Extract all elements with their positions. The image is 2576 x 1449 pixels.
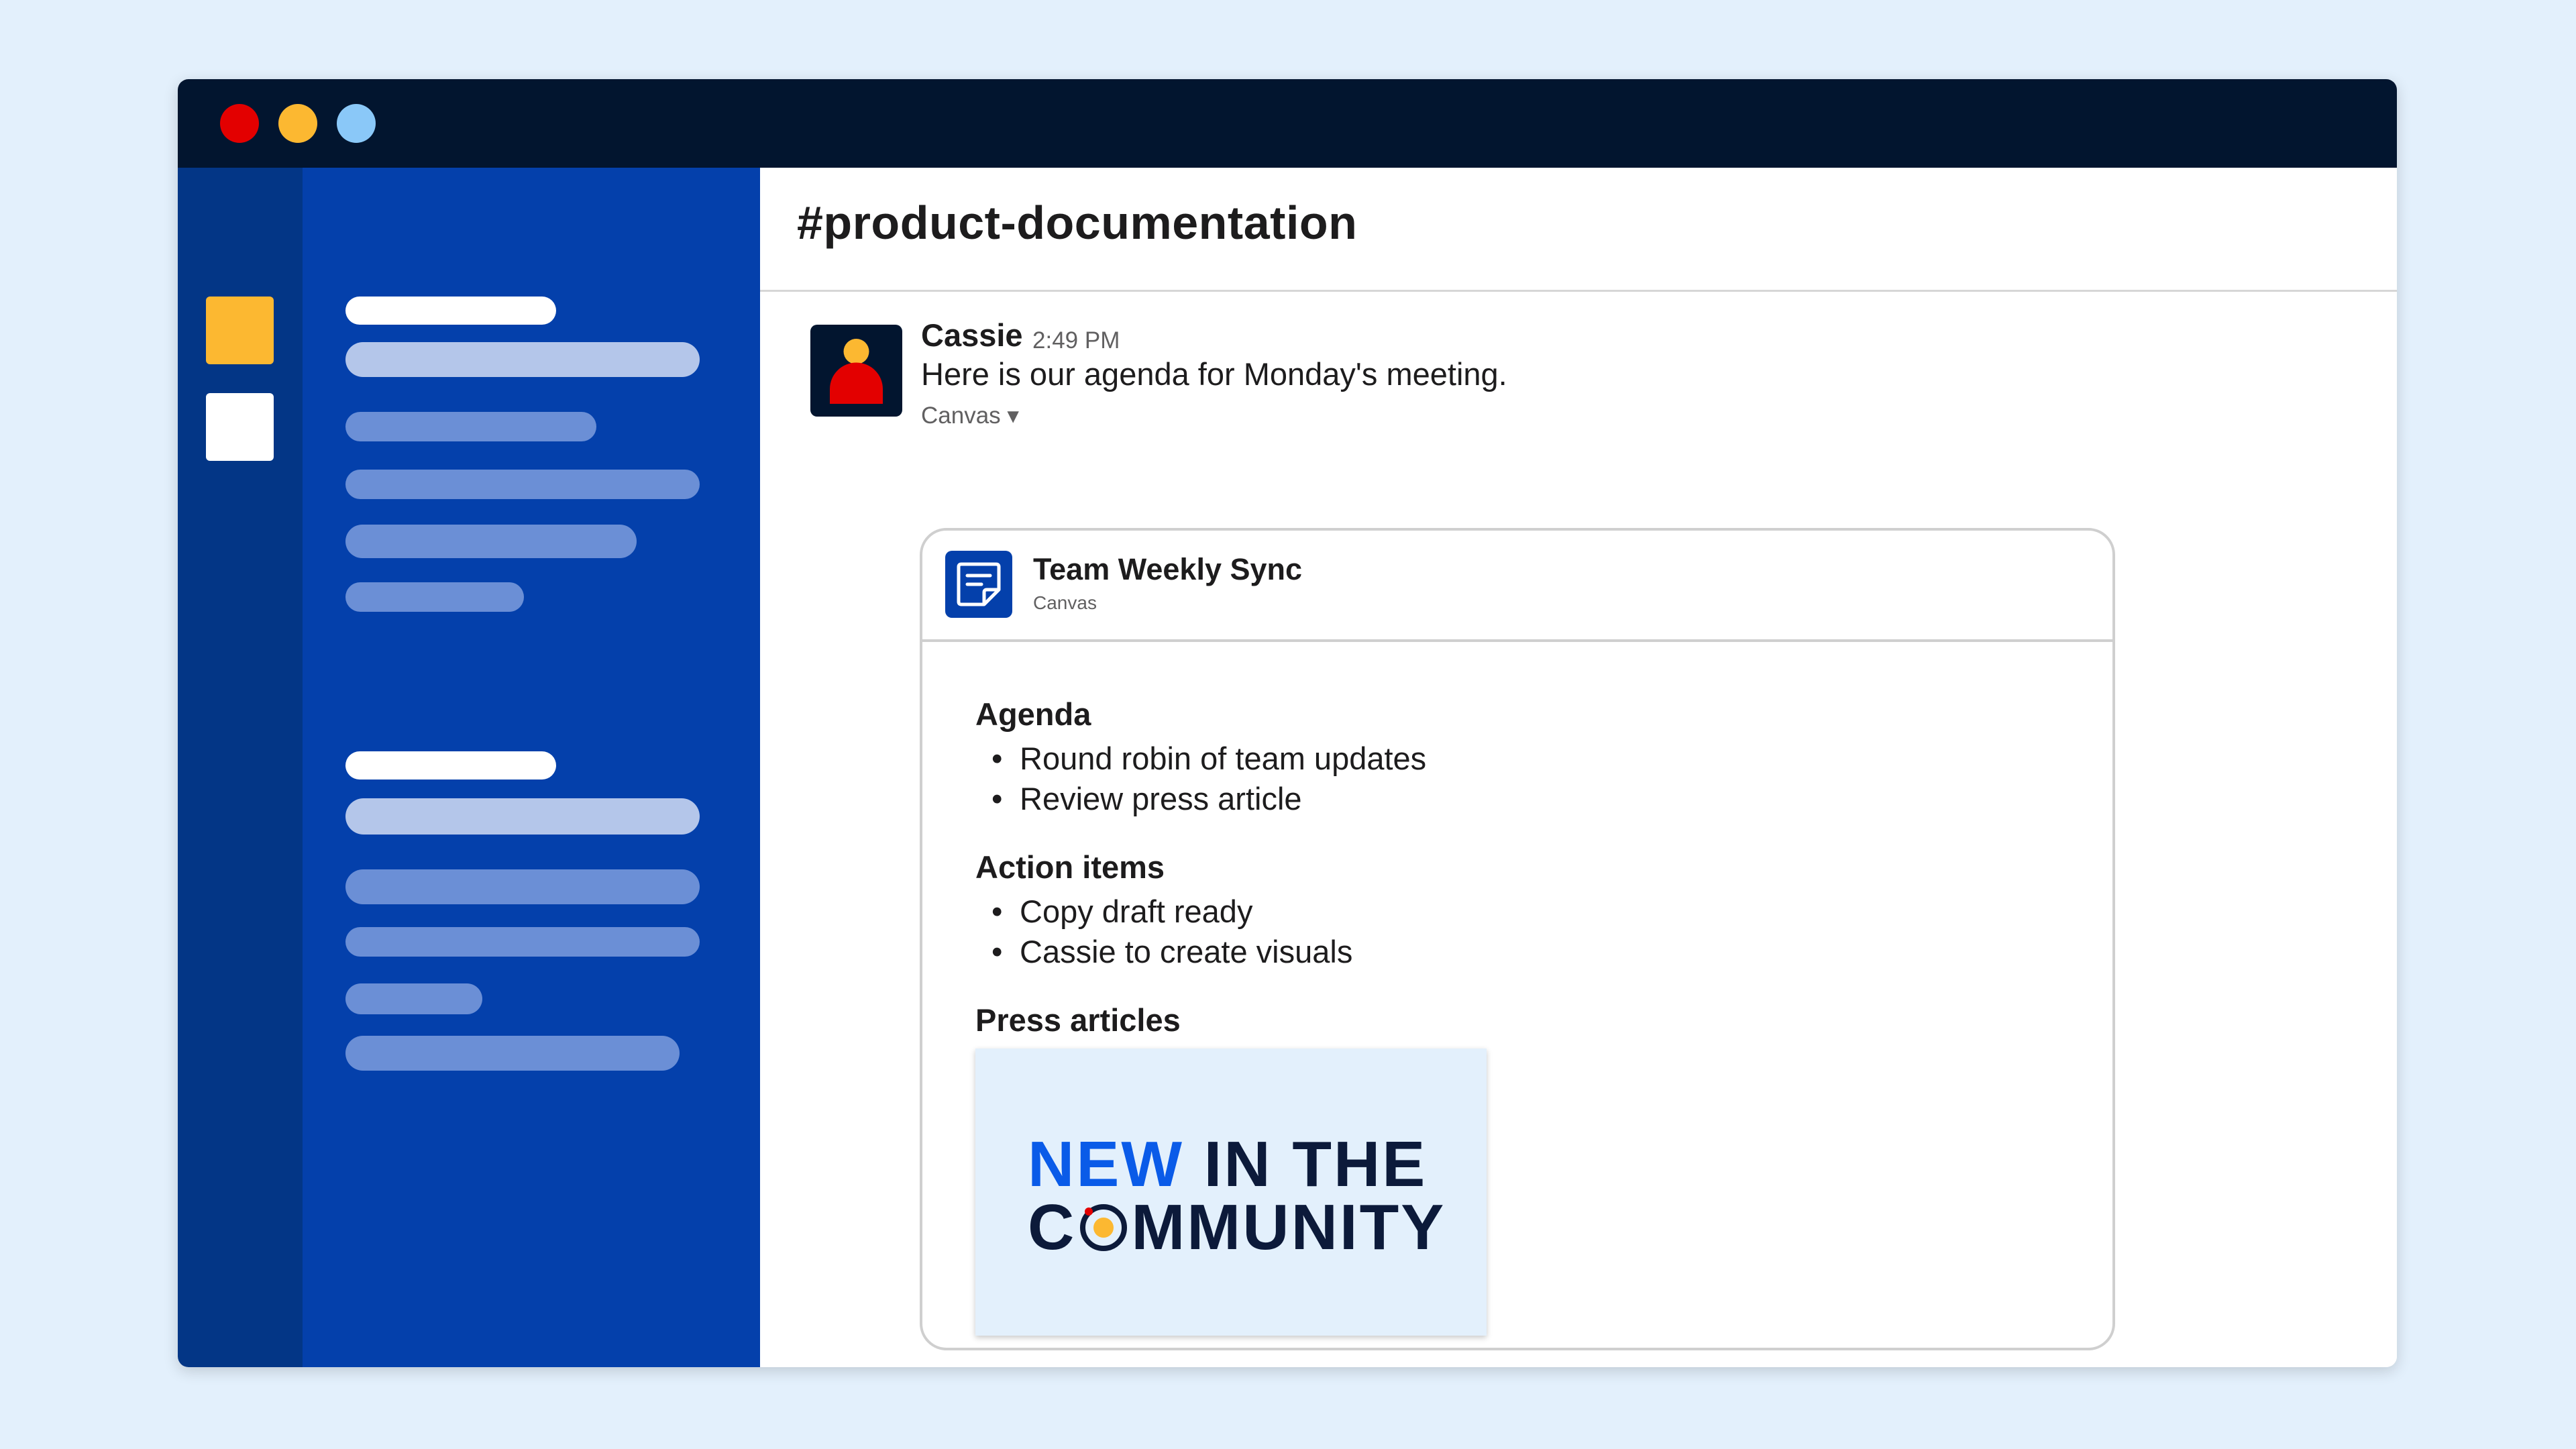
header-divider	[760, 290, 2397, 292]
sidebar-item-placeholder[interactable]	[345, 470, 700, 499]
section-heading-agenda: Agenda	[975, 696, 1091, 732]
workspace-switcher-1[interactable]	[206, 297, 274, 364]
sidebar-item-placeholder[interactable]	[345, 869, 700, 904]
channel-view: #product-documentation Cassie 2:49 PM He…	[760, 168, 2397, 1367]
sidebar-item-placeholder[interactable]	[345, 412, 596, 441]
list-item: • Review press article	[991, 781, 1302, 816]
sidebar-item-placeholder[interactable]	[345, 983, 482, 1014]
minimize-window-button[interactable]	[278, 104, 317, 143]
sidebar-section-header-placeholder	[345, 751, 556, 780]
list-item: • Cassie to create visuals	[991, 934, 1353, 969]
avatar[interactable]	[810, 325, 902, 417]
canvas-title: Team Weekly Sync	[1033, 552, 1303, 586]
sidebar-item-placeholder[interactable]	[345, 342, 700, 377]
message-text: Here is our agenda for Monday's meeting.	[921, 356, 1507, 392]
press-headline-line-2: C MMUNITY	[1028, 1191, 1446, 1263]
canvas-attachment-toggle[interactable]: Canvas ▾	[921, 402, 1019, 429]
zoom-window-button[interactable]	[337, 104, 376, 143]
title-bar	[178, 79, 2397, 168]
canvas-subtitle: Canvas	[1033, 592, 1097, 613]
sidebar-item-placeholder[interactable]	[345, 927, 700, 957]
user-avatar-icon	[830, 339, 883, 404]
app-window: #product-documentation Cassie 2:49 PM He…	[178, 79, 2397, 1367]
sidebar-section-header-placeholder	[345, 297, 556, 325]
list-item: • Round robin of team updates	[991, 741, 1427, 776]
sidebar-item-placeholder[interactable]	[345, 798, 700, 835]
sidebar-item-placeholder[interactable]	[345, 1036, 680, 1071]
section-heading-action-items: Action items	[975, 849, 1165, 885]
workspace-switcher-2[interactable]	[206, 393, 274, 461]
sidebar-item-placeholder[interactable]	[345, 525, 637, 558]
list-item: • Copy draft ready	[991, 894, 1253, 929]
canvas-card-header[interactable]: Team Weekly Sync Canvas	[922, 531, 2112, 642]
message-timestamp[interactable]: 2:49 PM	[1032, 327, 1120, 354]
workspace-rail	[178, 168, 303, 1367]
channel-sidebar	[303, 168, 760, 1367]
message-author[interactable]: Cassie	[921, 317, 1023, 354]
canvas-doc-icon	[945, 551, 1012, 618]
canvas-card[interactable]: Team Weekly Sync Canvas Agenda • Round ro…	[920, 528, 2115, 1350]
sidebar-item-placeholder[interactable]	[345, 582, 524, 612]
channel-title[interactable]: #product-documentation	[797, 196, 1357, 250]
section-heading-press-articles: Press articles	[975, 1002, 1181, 1038]
press-article-image[interactable]: NEW IN THE C MMUNITY	[975, 1049, 1487, 1336]
close-window-button[interactable]	[220, 104, 259, 143]
community-orbit-icon	[1080, 1204, 1128, 1251]
